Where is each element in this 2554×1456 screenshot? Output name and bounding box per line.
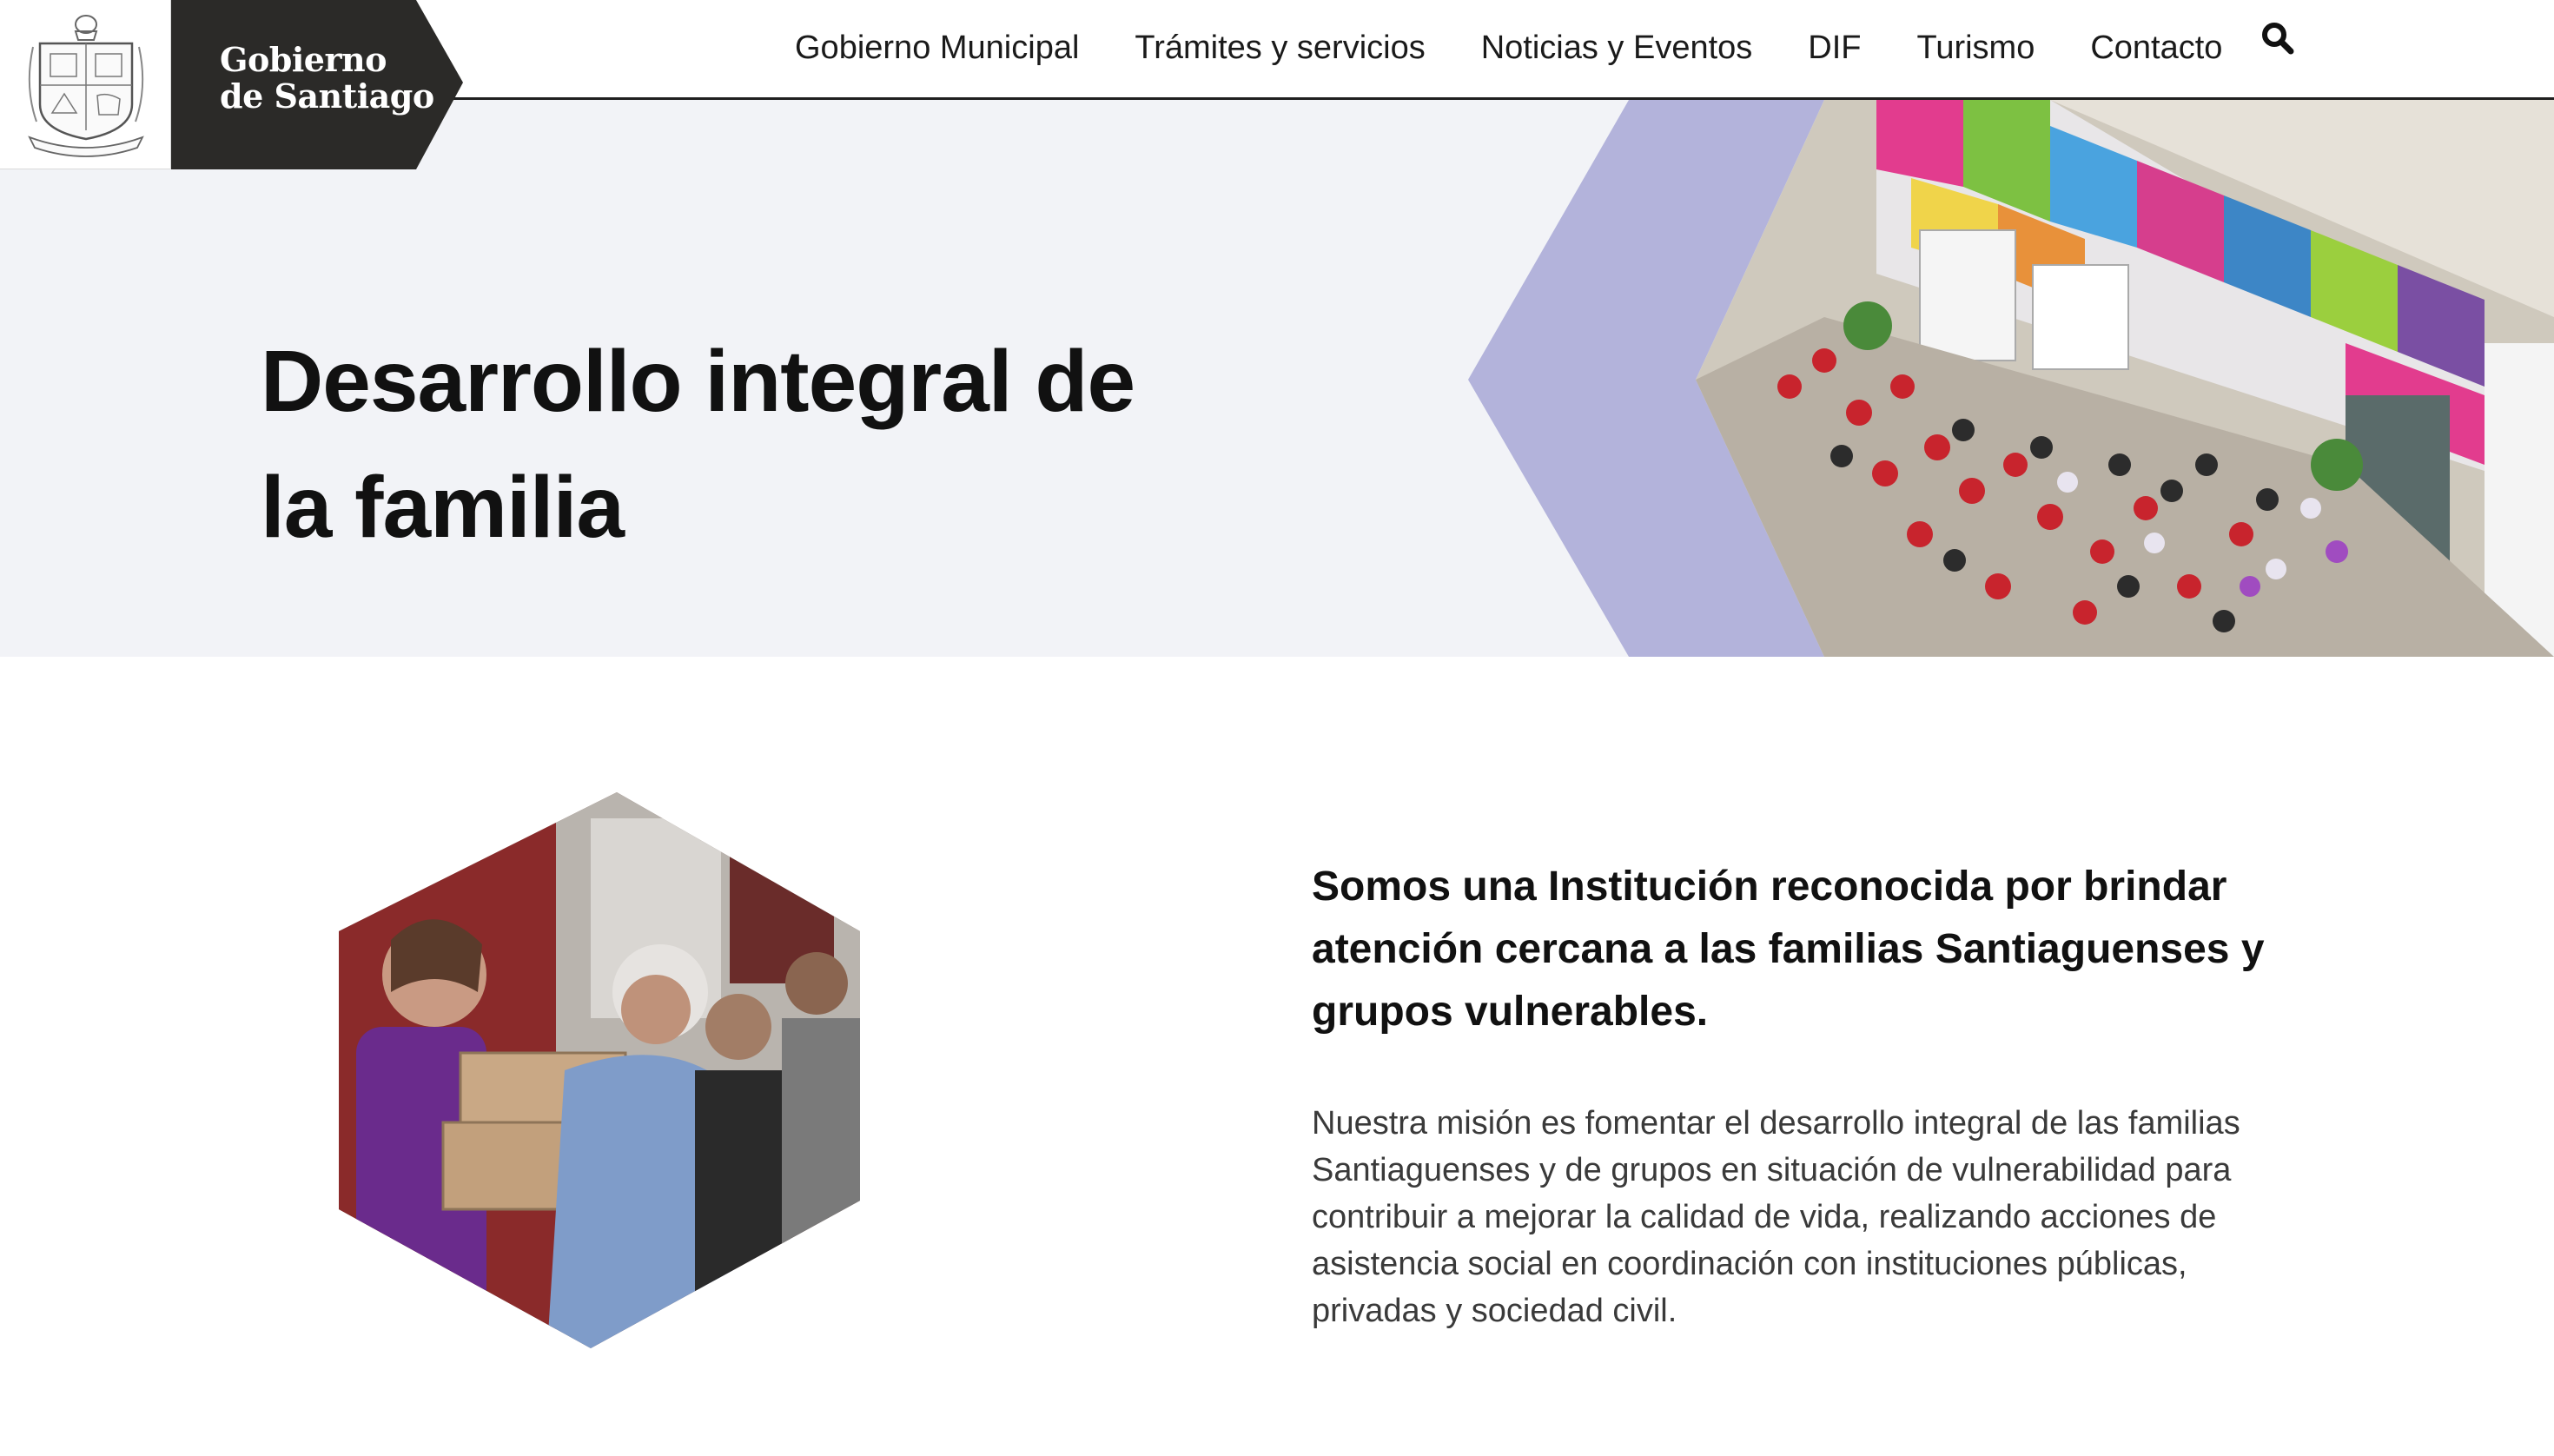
nav-contacto[interactable]: Contacto xyxy=(2090,26,2222,69)
crest-logo-link[interactable] xyxy=(0,0,171,169)
search-icon xyxy=(2262,23,2294,55)
nav-turismo[interactable]: Turismo xyxy=(1917,26,2035,69)
search-button[interactable] xyxy=(2259,19,2297,57)
brand-line-2: de Santiago xyxy=(220,76,434,116)
page-title: Desarrollo integral de la familia xyxy=(261,319,1303,571)
brand-logo-link[interactable]: Gobierno de Santiago xyxy=(171,0,463,169)
mission-heading: Somos una Institución reconocida por bri… xyxy=(1312,863,2265,1035)
dif-donation-photo xyxy=(339,792,860,1348)
hero-section: Desarrollo integral de la familia xyxy=(0,100,2554,657)
main-nav: Gobierno Municipal Trámites y servicios … xyxy=(795,26,2278,69)
municipal-crest-icon xyxy=(28,15,144,157)
nav-tramites-servicios[interactable]: Trámites y servicios xyxy=(1135,26,1425,69)
nav-gobierno-municipal[interactable]: Gobierno Municipal xyxy=(795,26,1079,69)
page-title-line-1: Desarrollo integral de xyxy=(261,333,1135,430)
hexagon-photo xyxy=(330,792,869,1353)
dif-center-crowd-photo xyxy=(1696,100,2554,657)
nav-dif[interactable]: DIF xyxy=(1808,26,1861,69)
page-title-line-2: la familia xyxy=(261,459,625,556)
nav-noticias-eventos[interactable]: Noticias y Eventos xyxy=(1481,26,1753,69)
brand-name: Gobierno de Santiago xyxy=(220,42,434,115)
mission-paragraph: Nuestra misión es fomentar el desarrollo… xyxy=(1312,1105,2240,1329)
brand-line-1: Gobierno xyxy=(220,40,387,79)
